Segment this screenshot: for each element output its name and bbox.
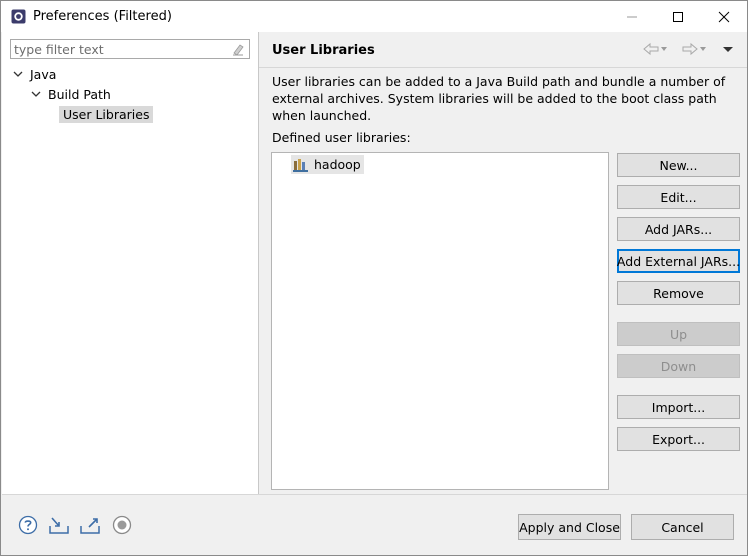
tree-item-label: Java (30, 66, 57, 82)
import-preferences-icon[interactable] (48, 515, 70, 535)
cancel-button[interactable]: Cancel (631, 514, 734, 540)
maximize-button[interactable] (655, 1, 701, 32)
add-jars-button[interactable]: Add JARs... (617, 217, 740, 241)
preferences-tree-panel: Java Build Path User Libraries (2, 32, 258, 494)
add-external-jars-button[interactable]: Add External JARs... (617, 249, 740, 273)
view-menu[interactable] (722, 42, 734, 56)
back-arrow-icon[interactable] (643, 42, 659, 56)
library-icon (293, 158, 308, 172)
preferences-window: Preferences (Filtered) Java Build Path (0, 0, 748, 556)
minimize-icon (627, 16, 637, 17)
up-button[interactable]: Up (617, 322, 740, 346)
back-dropdown-icon[interactable] (659, 42, 669, 56)
library-item[interactable]: hadoop (291, 155, 364, 174)
window-title: Preferences (Filtered) (33, 9, 172, 24)
export-preferences-icon[interactable] (79, 515, 101, 535)
forward-arrow-icon[interactable] (682, 42, 698, 56)
eclipse-app-icon (11, 9, 26, 24)
header-separator (259, 67, 747, 68)
user-libraries-page: User Libraries User libraries can be add… (259, 32, 747, 494)
tree-item-label: Build Path (48, 86, 111, 102)
tree-item-user-libraries[interactable]: User Libraries (59, 104, 154, 124)
new-button[interactable]: New... (617, 153, 740, 177)
filter-box (10, 39, 250, 59)
forward-navigation[interactable] (682, 42, 708, 56)
minimize-button[interactable] (609, 1, 655, 32)
filter-input[interactable] (11, 40, 224, 58)
apply-and-close-button[interactable]: Apply and Close (518, 514, 621, 540)
close-icon (718, 11, 730, 22)
user-libraries-list[interactable]: hadoop (271, 152, 609, 490)
import-button[interactable]: Import... (617, 395, 740, 419)
clear-filter-icon[interactable] (231, 42, 245, 56)
tree-item-java[interactable]: Java (12, 64, 56, 84)
export-button[interactable]: Export... (617, 427, 740, 451)
library-name: hadoop (314, 157, 361, 172)
footer-separator (2, 494, 747, 495)
page-title: User Libraries (272, 43, 375, 58)
page-description: User libraries can be added to a Java Bu… (272, 74, 726, 123)
chevron-down-icon[interactable] (12, 68, 24, 80)
title-bar: Preferences (Filtered) (1, 1, 747, 32)
forward-dropdown-icon[interactable] (698, 42, 708, 56)
view-menu-icon[interactable] (722, 42, 734, 56)
defined-libraries-label: Defined user libraries: (272, 130, 411, 145)
remove-button[interactable]: Remove (617, 281, 740, 305)
maximize-icon (673, 11, 683, 22)
close-button[interactable] (701, 1, 747, 32)
tree-item-label: User Libraries (59, 105, 154, 123)
back-navigation[interactable] (643, 42, 669, 56)
edit-button[interactable]: Edit... (617, 185, 740, 209)
restore-defaults-icon[interactable] (112, 515, 132, 535)
tree-item-build-path[interactable]: Build Path (30, 84, 111, 104)
chevron-down-icon[interactable] (30, 88, 42, 100)
help-icon[interactable] (18, 515, 38, 535)
down-button[interactable]: Down (617, 354, 740, 378)
